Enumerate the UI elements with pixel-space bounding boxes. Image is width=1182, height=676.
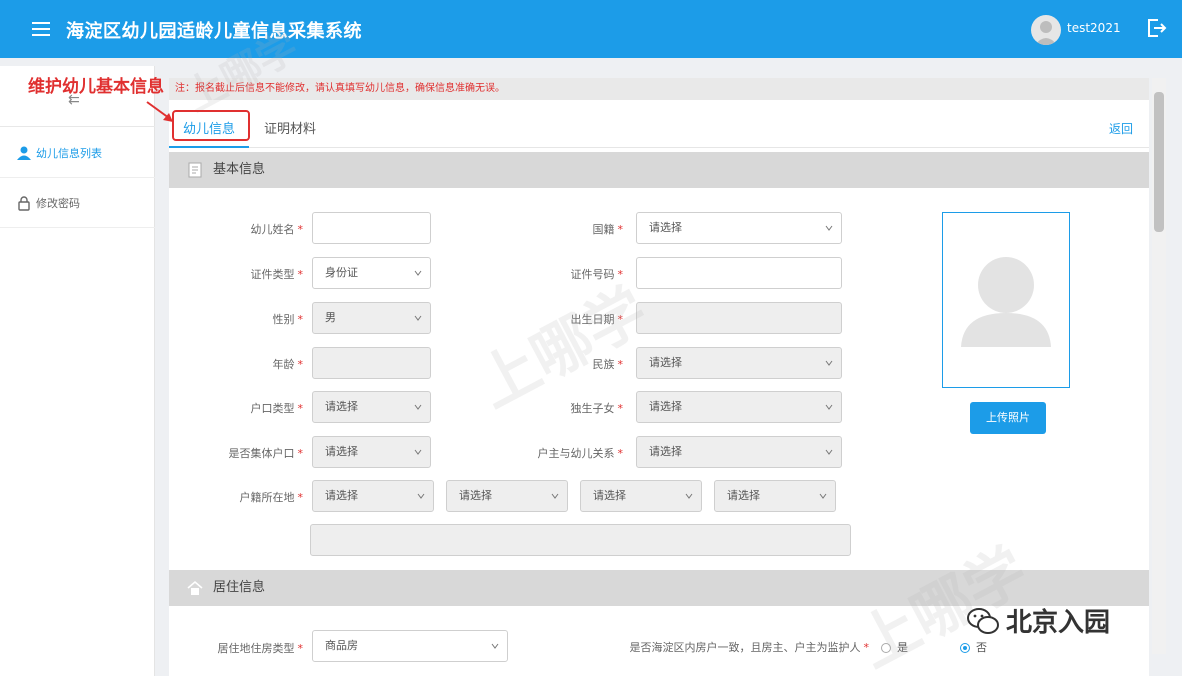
collective-hukou-select[interactable]: 请选择	[312, 436, 431, 468]
chevron-down-icon	[491, 643, 499, 649]
gender-select[interactable]: 男	[312, 302, 431, 334]
person-placeholder-icon	[961, 257, 1051, 347]
id-number-input[interactable]	[636, 257, 842, 289]
chevron-down-icon	[414, 270, 422, 276]
same-household-yes-label: 是	[897, 641, 908, 654]
brand-watermark: 北京入园	[966, 602, 1110, 639]
housing-type-label: 居住地住房类型 *	[217, 642, 304, 655]
brand-text: 北京入园	[1006, 608, 1111, 638]
chevron-down-icon	[685, 493, 693, 499]
back-link[interactable]: 返回	[1109, 120, 1133, 137]
only-child-label: 独生子女 *	[570, 402, 624, 415]
age-label: 年龄 *	[272, 358, 304, 371]
name-label: 幼儿姓名 *	[250, 223, 304, 236]
tab-bar: 幼儿信息 证明材料 返回	[169, 108, 1149, 148]
sidebar-item-label: 修改密码	[36, 196, 80, 210]
chevron-down-icon	[825, 449, 833, 455]
active-tab-indicator	[169, 146, 249, 148]
gender-label: 性别 *	[272, 313, 304, 326]
nationality-label: 国籍 *	[592, 223, 624, 236]
only-child-select[interactable]: 请选择	[636, 391, 842, 423]
nationality-select[interactable]: 请选择	[636, 212, 842, 244]
hukou-city-select[interactable]: 请选择	[446, 480, 568, 512]
chevron-down-icon	[414, 449, 422, 455]
upload-photo-button[interactable]: 上传照片	[970, 402, 1046, 434]
id-type-select[interactable]: 身份证	[312, 257, 431, 289]
same-household-yes-radio[interactable]	[881, 643, 891, 653]
same-household-label: 是否海淀区内房户一致，且房主、户主为监护人 *	[629, 641, 870, 654]
main-panel: 注：报名截止后信息不能修改，请认真填写幼儿信息，确保信息准确无误。 幼儿信息 证…	[169, 78, 1149, 676]
same-household-no-radio[interactable]	[960, 643, 970, 653]
hukou-street-select[interactable]: 请选择	[714, 480, 836, 512]
sidebar-item-change-password[interactable]: 修改密码	[0, 178, 155, 228]
section-basic-info: 基本信息	[169, 152, 1149, 188]
ethnicity-label: 民族 *	[592, 358, 624, 371]
chevron-down-icon	[414, 404, 422, 410]
tab-proof-materials[interactable]: 证明材料	[264, 118, 316, 137]
app-title: 海淀区幼儿园适龄儿童信息采集系统	[66, 21, 362, 42]
name-input[interactable]	[312, 212, 431, 244]
sidebar-divider	[0, 126, 155, 127]
housing-type-select[interactable]: 商品房	[312, 630, 508, 662]
id-number-label: 证件号码 *	[570, 268, 624, 281]
chevron-down-icon	[551, 493, 559, 499]
avatar[interactable]	[1031, 15, 1061, 45]
ethnicity-select[interactable]: 请选择	[636, 347, 842, 379]
hukou-type-label: 户口类型 *	[250, 402, 304, 415]
hukou-location-label: 户籍所在地 *	[239, 491, 304, 504]
relation-select[interactable]: 请选择	[636, 436, 842, 468]
scrollbar-thumb[interactable]	[1154, 92, 1164, 232]
chevron-down-icon	[417, 493, 425, 499]
child-icon	[17, 146, 31, 160]
sidebar-item-child-list[interactable]: 幼儿信息列表	[0, 128, 155, 178]
section-residence-info: 居住信息	[169, 570, 1149, 606]
id-type-label: 证件类型 *	[250, 268, 304, 281]
photo-preview	[942, 212, 1070, 388]
chevron-down-icon	[825, 225, 833, 231]
hukou-province-select[interactable]: 请选择	[312, 480, 434, 512]
sidebar: ⇇ 幼儿信息列表 修改密码	[0, 66, 155, 676]
annotation-arrow-icon	[146, 101, 173, 122]
chevron-down-icon	[414, 315, 422, 321]
chevron-down-icon	[825, 360, 833, 366]
hukou-address-input[interactable]	[310, 524, 851, 556]
lock-icon	[18, 195, 30, 211]
document-icon	[188, 162, 202, 178]
relation-label: 户主与幼儿关系 *	[537, 447, 624, 460]
collective-hukou-label: 是否集体户口 *	[228, 447, 304, 460]
birthdate-input[interactable]	[636, 302, 842, 334]
username[interactable]: test2021	[1067, 21, 1121, 35]
section-title: 基本信息	[213, 162, 266, 177]
logout-icon[interactable]	[1144, 16, 1168, 40]
hukou-district-select[interactable]: 请选择	[580, 480, 702, 512]
age-input[interactable]	[312, 347, 431, 379]
top-bar: 海淀区幼儿园适龄儿童信息采集系统 test2021	[0, 0, 1182, 58]
birthdate-label: 出生日期 *	[570, 313, 624, 326]
menu-icon[interactable]	[32, 22, 50, 36]
wechat-icon	[967, 607, 999, 634]
tab-child-info[interactable]: 幼儿信息	[183, 118, 235, 137]
home-icon	[187, 580, 203, 595]
chevron-down-icon	[825, 404, 833, 410]
chevron-down-icon	[819, 493, 827, 499]
same-household-no-label: 否	[976, 641, 987, 654]
sidebar-item-label: 幼儿信息列表	[36, 146, 102, 160]
notice-banner: 注：报名截止后信息不能修改，请认真填写幼儿信息，确保信息准确无误。	[169, 78, 1149, 100]
hukou-type-select[interactable]: 请选择	[312, 391, 431, 423]
annotation-text: 维护幼儿基本信息	[28, 77, 164, 97]
section-title: 居住信息	[213, 580, 266, 595]
